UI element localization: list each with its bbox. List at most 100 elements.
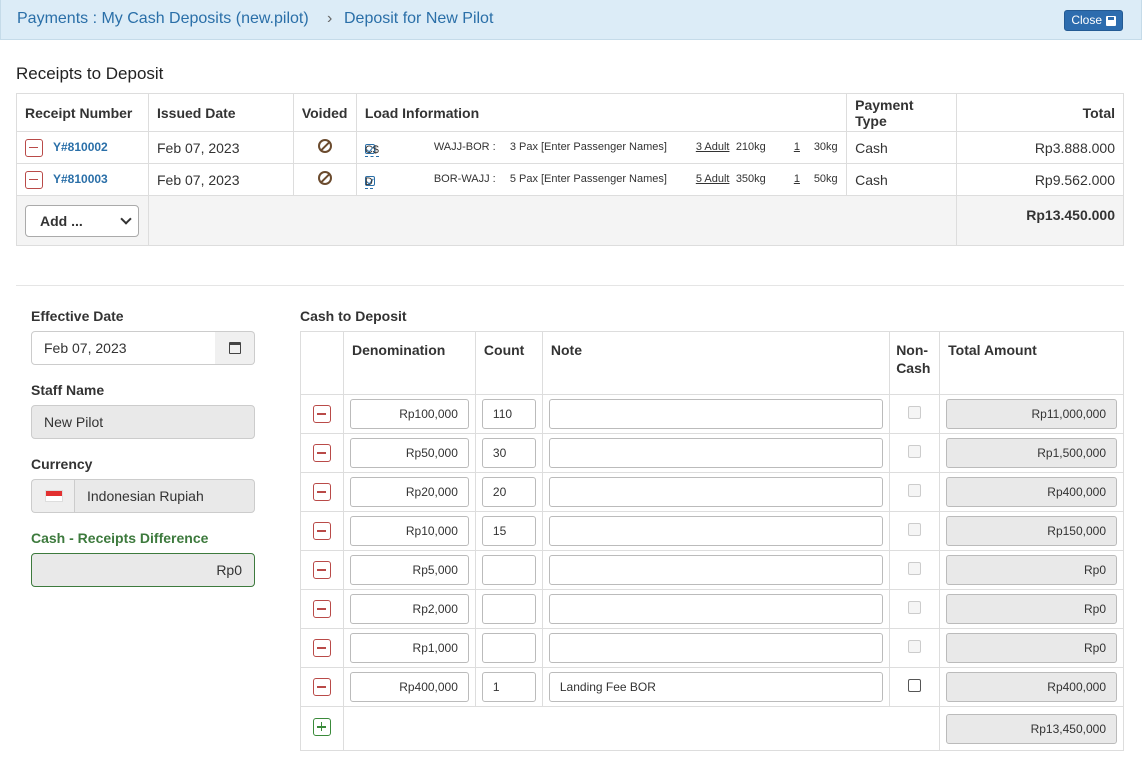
count-input[interactable]: 1 [481,672,536,702]
col-count: Count [474,331,543,395]
count-input[interactable]: 20 [481,477,536,507]
remove-receipt-icon[interactable] [25,170,43,189]
table-row: Rp20,000 20 Rp400,000 [300,472,1124,512]
receipt-total: Rp3.888.000 [956,131,1124,164]
pax-weight: 210kg [735,140,766,153]
load-information: D BOR-WAJJ : 5 Pax [Enter Passenger Name… [364,170,838,190]
note-input[interactable] [548,438,884,468]
denomination-input[interactable]: Rp1,000 [349,633,469,663]
breadcrumb-cash-deposits[interactable]: Payments : My Cash Deposits (new.pilot) [17,10,309,28]
count-input[interactable] [481,555,536,585]
note-input[interactable] [548,594,884,624]
load-information: C$ WAJJ-BOR : 3 Pax [Enter Passenger Nam… [364,138,838,158]
receipts-title: Receipts to Deposit [16,64,164,83]
note-input[interactable] [548,555,884,585]
currency-label: Currency [31,456,93,472]
indonesia-flag-icon [44,490,63,502]
cash-table: Denomination Count Note Non- Cash Total A… [300,331,1124,751]
currency-flag [31,479,75,513]
denomination-input[interactable]: Rp100,000 [349,399,469,429]
table-row: Rp1,000 Rp0 [300,628,1124,668]
col-load-information[interactable]: Load Information [355,93,848,132]
note-input[interactable] [548,516,884,546]
total-amount-field: Rp0 [946,633,1117,663]
denomination-input[interactable]: Rp50,000 [349,438,469,468]
receipt-link[interactable]: Y#810002 [53,140,108,154]
remove-denomination-icon[interactable] [312,444,331,463]
denomination-input[interactable]: Rp5,000 [349,555,469,585]
denomination-input[interactable]: Rp2,000 [349,594,469,624]
count-input[interactable]: 110 [481,399,536,429]
col-payment-type[interactable]: Payment Type [846,93,958,132]
note-input[interactable] [548,477,884,507]
table-row: Rp5,000 Rp0 [300,550,1124,590]
table-row: Rp2,000 Rp0 [300,589,1124,629]
total-amount-field: Rp11,000,000 [946,399,1117,429]
note-input[interactable]: Landing Fee BOR [548,672,884,702]
save-icon [1106,15,1116,26]
denomination-input[interactable]: Rp20,000 [349,477,469,507]
count-input[interactable] [481,594,536,624]
total-amount-field: Rp400,000 [946,477,1117,507]
bag-count[interactable]: 1 [794,141,800,153]
staff-name-label: Staff Name [31,382,105,398]
close-button[interactable]: Close [1064,10,1123,31]
add-denomination-icon[interactable] [312,718,331,736]
difference-value: Rp0 [31,553,255,587]
non-cash-checkbox [908,406,922,419]
calendar-icon [228,342,241,354]
remove-denomination-icon[interactable] [312,561,331,580]
bag-count[interactable]: 1 [794,173,800,185]
payment-type: Cash [846,131,958,164]
denomination-input[interactable]: Rp10,000 [349,516,469,546]
cash-footer-row: Rp13,450,000 [300,706,1124,751]
non-cash-checkbox [908,640,922,653]
non-cash-checkbox [908,484,922,497]
effective-date-input[interactable]: Feb 07, 2023 [31,331,216,365]
total-amount-field: Rp400,000 [946,672,1117,702]
remove-denomination-icon[interactable] [312,600,331,619]
void-icon[interactable] [317,171,332,185]
load-code[interactable]: D [364,176,373,189]
non-cash-checkbox [908,523,922,536]
difference-label: Cash - Receipts Difference [31,530,209,546]
non-cash-checkbox [908,601,922,614]
remove-receipt-icon[interactable] [25,138,43,157]
note-input[interactable] [548,633,884,663]
col-non-cash-line2: Cash [896,360,931,376]
count-input[interactable] [481,633,536,663]
remove-denomination-icon[interactable] [312,678,331,697]
col-non-cash: Non- Cash [889,331,941,395]
add-receipt-select[interactable]: Add ... [25,204,139,237]
payment-type: Cash [846,163,958,196]
col-denomination: Denomination [342,331,476,395]
table-row: Rp400,000 1 Landing Fee BOR Rp400,000 [300,667,1124,707]
receipt-link[interactable]: Y#810003 [53,172,108,186]
col-receipt-number[interactable]: Receipt Number [16,93,149,132]
count-input[interactable]: 15 [481,516,536,546]
total-amount-field: Rp0 [946,555,1117,585]
receipt-total: Rp9.562.000 [956,163,1124,196]
adult-count[interactable]: 3 Adult [696,141,730,153]
remove-denomination-icon[interactable] [312,522,331,541]
remove-denomination-icon[interactable] [312,639,331,658]
non-cash-checkbox[interactable] [908,679,922,692]
breadcrumb-separator: › [327,10,333,27]
col-total[interactable]: Total [956,93,1124,132]
col-issued-date[interactable]: Issued Date [147,93,294,132]
staff-name-field: New Pilot [31,405,255,439]
denomination-input[interactable]: Rp400,000 [349,672,469,702]
void-icon[interactable] [317,139,332,153]
adult-count[interactable]: 5 Adult [696,173,730,185]
divider [16,285,1124,286]
remove-denomination-icon[interactable] [312,483,331,502]
load-code[interactable]: C$ [364,144,379,157]
note-input[interactable] [548,399,884,429]
add-receipt-label: Add ... [40,212,83,229]
count-input[interactable]: 30 [481,438,536,468]
remove-denomination-icon[interactable] [312,405,331,424]
calendar-button[interactable] [215,331,255,365]
col-non-cash-line1: Non- [896,342,929,358]
col-voided[interactable]: Voided [292,93,357,132]
table-row: Rp10,000 15 Rp150,000 [300,511,1124,551]
